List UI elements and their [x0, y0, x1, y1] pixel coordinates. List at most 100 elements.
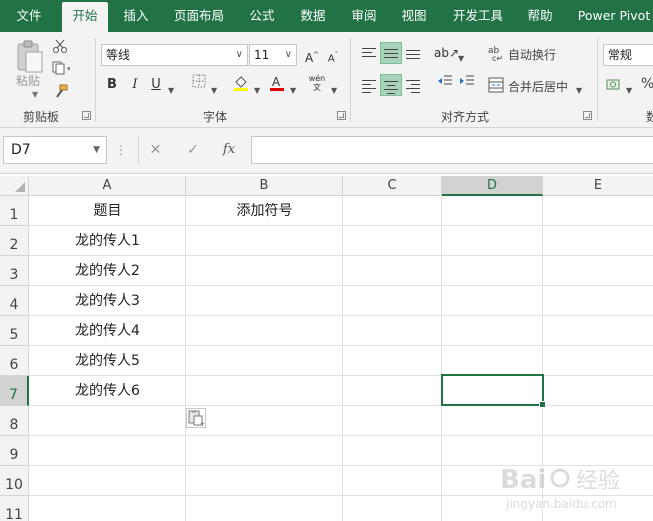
align-middle-button[interactable]	[380, 42, 402, 64]
font-color-button[interactable]: A	[266, 74, 288, 96]
accounting-dropdown-icon[interactable]: ▼	[626, 82, 632, 96]
cell-a6[interactable]: 龙的传人5	[29, 346, 186, 376]
clipboard-launcher-icon[interactable]	[82, 111, 91, 120]
border-dropdown-icon[interactable]: ▼	[211, 82, 217, 96]
tab-review[interactable]: 审阅	[342, 0, 386, 32]
align-left-icon	[362, 80, 376, 96]
fill-color-dropdown-icon[interactable]: ▼	[254, 82, 260, 96]
row-header-2[interactable]: 2	[0, 226, 29, 256]
align-center-button[interactable]	[380, 74, 402, 96]
cancel-icon[interactable]: ✕	[138, 136, 172, 164]
formula-input[interactable]	[251, 136, 653, 164]
cell-a5[interactable]: 龙的传人4	[29, 316, 186, 346]
accounting-format-icon[interactable]	[606, 77, 622, 96]
copy-icon[interactable]: ▾	[52, 61, 74, 78]
tab-help[interactable]: 帮助	[518, 0, 562, 32]
column-header-d[interactable]: D	[442, 176, 543, 196]
name-box-value: D7	[11, 142, 31, 158]
row-header-4[interactable]: 4	[0, 286, 29, 316]
merge-dropdown-icon[interactable]: ▼	[576, 82, 582, 96]
cell-a7[interactable]: 龙的传人6	[29, 376, 186, 406]
row-header-11[interactable]: 11	[0, 496, 29, 521]
align-left-button[interactable]	[358, 74, 380, 96]
number-format-select[interactable]: 常规	[603, 44, 653, 66]
wrap-text-button[interactable]: 自动换行	[508, 46, 556, 63]
row-header-10[interactable]: 10	[0, 466, 29, 496]
increase-indent-button[interactable]	[456, 74, 478, 96]
orientation-dropdown-icon[interactable]: ▼	[458, 50, 464, 64]
tab-home[interactable]: 开始	[62, 2, 108, 32]
cut-icon[interactable]	[52, 38, 68, 57]
cell-a2[interactable]: 龙的传人1	[29, 226, 186, 256]
row-header-7[interactable]: 7	[0, 376, 29, 406]
paste-options-button[interactable]: +	[186, 408, 206, 428]
row-header-9[interactable]: 9	[0, 436, 29, 466]
column-header-b[interactable]: B	[186, 176, 343, 196]
row-header-5[interactable]: 5	[0, 316, 29, 346]
enter-icon[interactable]: ✓	[176, 136, 210, 164]
tab-developer[interactable]: 开发工具	[446, 0, 510, 32]
paste-dropdown-icon[interactable]: ▼	[32, 90, 38, 99]
row-header-6[interactable]: 6	[0, 346, 29, 376]
insert-function-icon[interactable]: fx	[214, 136, 244, 164]
row-header-1[interactable]: 1	[0, 196, 29, 226]
tab-view[interactable]: 视图	[392, 0, 436, 32]
alignment-group-label: 对齐方式	[440, 110, 489, 124]
svg-text:经验: 经验	[576, 469, 620, 494]
phonetic-button[interactable]: wén 文	[306, 72, 328, 94]
baidu-watermark-logo: Bai 经验 jingyan.baidu.com	[500, 460, 650, 520]
paste-icon[interactable]	[14, 40, 46, 76]
cell-a1[interactable]: 题目	[29, 196, 186, 226]
align-top-button[interactable]	[358, 42, 380, 64]
orientation-button[interactable]: ab↗	[434, 42, 459, 64]
increase-font-size-button[interactable]: A^	[301, 44, 323, 66]
cell-b1[interactable]: 添加符号	[186, 196, 343, 226]
tab-file[interactable]: 文件	[0, 0, 58, 32]
percent-button[interactable]: %	[641, 76, 653, 92]
font-color-dropdown-icon[interactable]: ▼	[290, 82, 296, 96]
tab-formulas[interactable]: 公式	[240, 0, 284, 32]
svg-text:A: A	[272, 75, 281, 89]
column-header-c[interactable]: C	[343, 176, 442, 196]
underline-dropdown-icon[interactable]: ▼	[168, 82, 174, 96]
cell-a4[interactable]: 龙的传人3	[29, 286, 186, 316]
bold-button[interactable]: B	[101, 74, 123, 96]
fill-color-icon	[234, 76, 248, 91]
column-header-a[interactable]: A	[29, 176, 186, 196]
select-all-corner[interactable]	[0, 176, 29, 196]
border-icon	[192, 74, 206, 88]
align-right-button[interactable]	[402, 74, 424, 96]
number-format-value: 常规	[608, 48, 633, 62]
align-bottom-button[interactable]	[402, 42, 424, 64]
tab-data[interactable]: 数据	[290, 0, 336, 32]
row-header-3[interactable]: 3	[0, 256, 29, 286]
font-size-select[interactable]: 11 ∨	[249, 44, 297, 66]
border-button[interactable]	[188, 74, 210, 96]
merge-center-icon[interactable]	[488, 77, 504, 96]
tab-power-pivot[interactable]: Power Pivot	[572, 0, 653, 32]
italic-button[interactable]: I	[124, 74, 146, 96]
decrease-indent-button[interactable]	[434, 74, 456, 96]
align-right-icon	[406, 80, 420, 96]
fill-color-button[interactable]	[230, 74, 252, 96]
more-options-icon[interactable]: ⋮	[114, 136, 128, 164]
wrap-text-icon[interactable]: ab c↵	[488, 44, 506, 65]
chevron-down-icon: ∨	[284, 49, 292, 60]
phonetic-dropdown-icon[interactable]: ▼	[331, 82, 337, 96]
paste-label[interactable]: 粘贴	[16, 72, 40, 89]
row-header-8[interactable]: 8	[0, 406, 29, 436]
font-launcher-icon[interactable]	[337, 111, 346, 120]
name-box[interactable]: D7 ▼	[3, 136, 107, 164]
group-divider	[95, 38, 96, 122]
format-painter-icon[interactable]	[54, 84, 68, 101]
column-header-e[interactable]: E	[543, 176, 653, 196]
selected-cell-d7[interactable]	[441, 374, 546, 408]
cell-a3[interactable]: 龙的传人2	[29, 256, 186, 286]
merge-center-button[interactable]: 合并后居中	[508, 78, 568, 95]
alignment-launcher-icon[interactable]	[583, 111, 592, 120]
underline-button[interactable]: U	[145, 74, 167, 96]
decrease-font-size-button[interactable]: Aˇ	[322, 44, 344, 66]
tab-page-layout[interactable]: 页面布局	[166, 0, 232, 32]
tab-insert[interactable]: 插入	[113, 0, 159, 32]
font-name-select[interactable]: 等线 ∨	[101, 44, 248, 66]
